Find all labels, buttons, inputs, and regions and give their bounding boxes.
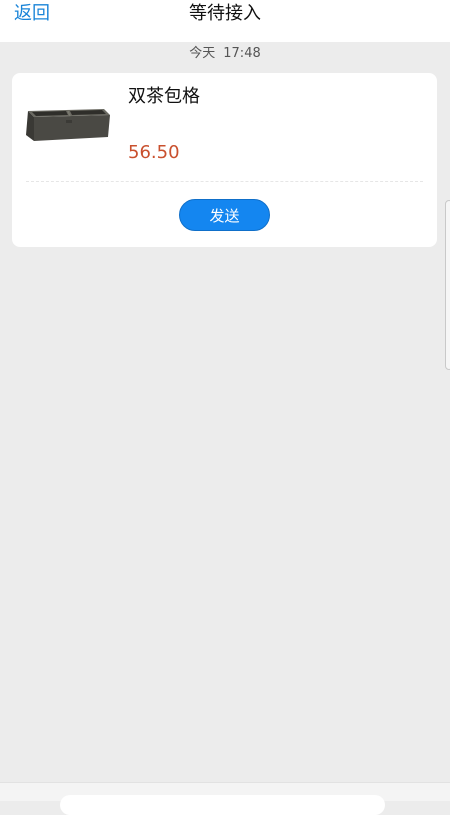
side-scroll-handle[interactable] — [445, 200, 450, 370]
chat-timestamp: 今天 17:48 — [0, 45, 450, 63]
timestamp-time: 17:48 — [223, 46, 261, 61]
product-card: 双茶包格 56.50 发送 — [12, 73, 437, 247]
page-title: 等待接入 — [189, 3, 261, 24]
product-image — [26, 109, 110, 141]
product-name: 双茶包格 — [128, 86, 200, 107]
top-navigation-bar: 返回 等待接入 — [0, 0, 450, 42]
message-input[interactable] — [60, 795, 385, 815]
send-button[interactable]: 发送 — [179, 199, 270, 231]
card-divider — [26, 181, 423, 182]
product-price: 56.50 — [128, 142, 180, 163]
timestamp-day: 今天 — [189, 46, 216, 61]
